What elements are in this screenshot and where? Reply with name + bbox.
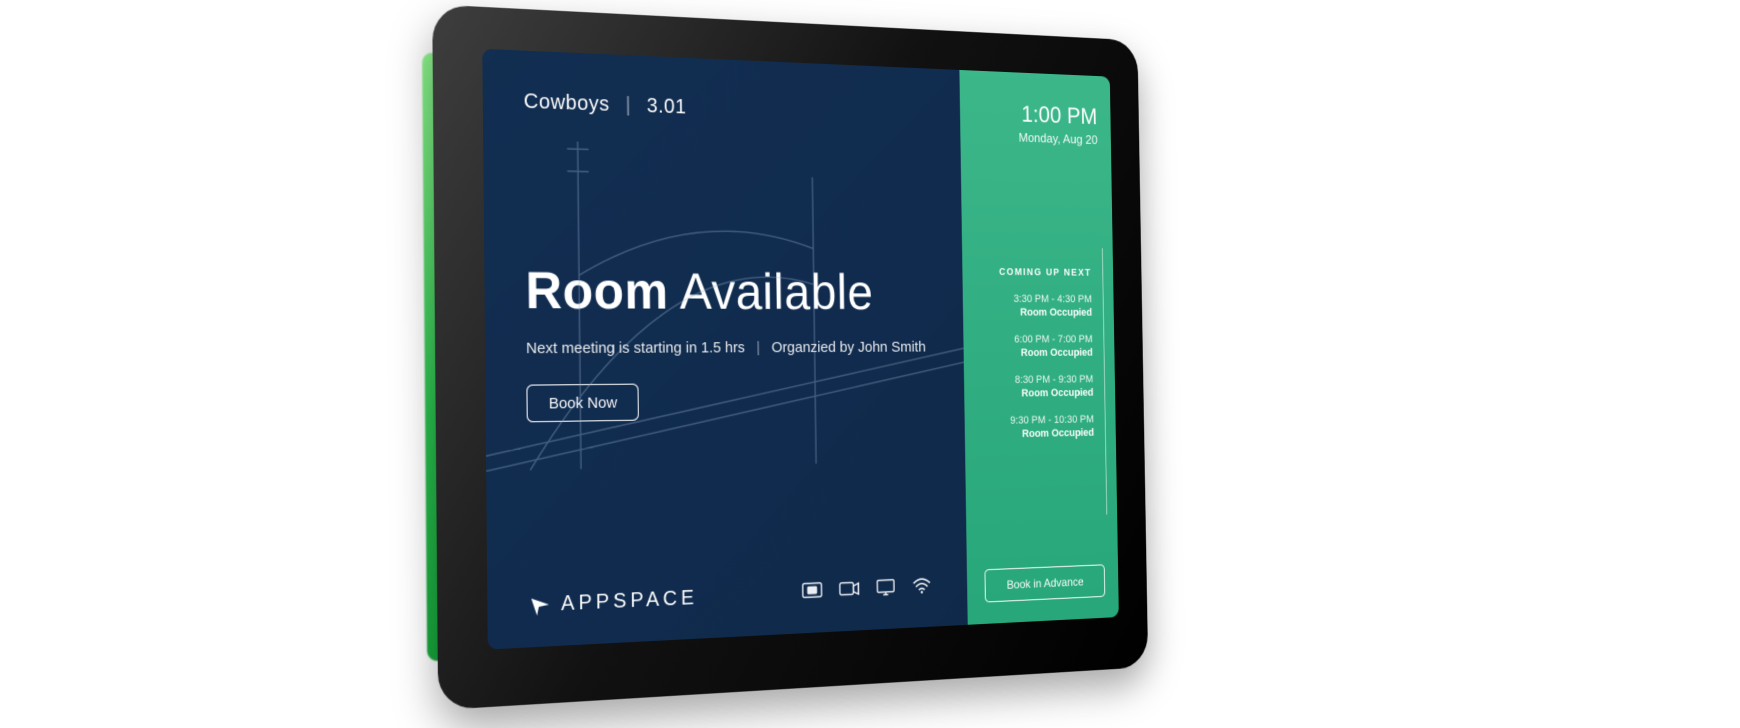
slot-time: 3:30 PM - 4:30 PM [980,293,1092,305]
appspace-logo-icon [528,593,551,617]
main-panel: Cowboys | 3.01 Room Available Next meeti… [482,49,967,650]
timeline-rule [1102,248,1107,514]
wifi-icon [912,576,932,600]
upcoming-schedule-list: 3:30 PM - 4:30 PM Room Occupied 6:00 PM … [980,293,1102,441]
divider: | [756,339,760,356]
current-date: Monday, Aug 20 [978,129,1098,147]
brand-name: APPSPACE [561,587,698,617]
video-camera-icon [839,580,860,604]
room-number: 3.01 [647,95,687,119]
book-in-advance-button[interactable]: Book in Advance [984,564,1105,602]
slot-time: 6:00 PM - 7:00 PM [981,334,1093,346]
equipment-icons [802,576,932,605]
divider: | [625,94,631,117]
schedule-slot: 9:30 PM - 10:30 PM Room Occupied [982,414,1094,441]
room-status-title: Room Available [525,260,928,321]
slot-status: Room Occupied [982,387,1094,400]
schedule-slot: 8:30 PM - 9:30 PM Room Occupied [982,374,1094,400]
monitor-icon [876,578,896,602]
slot-status: Room Occupied [980,307,1092,319]
tablet-device: Cowboys | 3.01 Room Available Next meeti… [432,4,1148,710]
slot-status: Room Occupied [981,347,1093,359]
schedule-slot: 6:00 PM - 7:00 PM Room Occupied [981,334,1093,359]
organizer-label: Organzied by John Smith [771,339,925,356]
schedule-panel: 1:00 PM Monday, Aug 20 COMING UP NEXT 3:… [959,70,1119,625]
slot-time: 8:30 PM - 9:30 PM [982,374,1094,387]
slot-status: Room Occupied [982,427,1094,441]
current-time: 1:00 PM [977,100,1097,131]
coming-up-next-header: COMING UP NEXT [980,267,1100,279]
slot-time: 9:30 PM - 10:30 PM [982,414,1094,427]
cast-icon [802,581,823,605]
schedule-slot: 3:30 PM - 4:30 PM Room Occupied [980,293,1092,318]
next-meeting-time: Next meeting is starting in 1.5 hrs [526,339,745,357]
